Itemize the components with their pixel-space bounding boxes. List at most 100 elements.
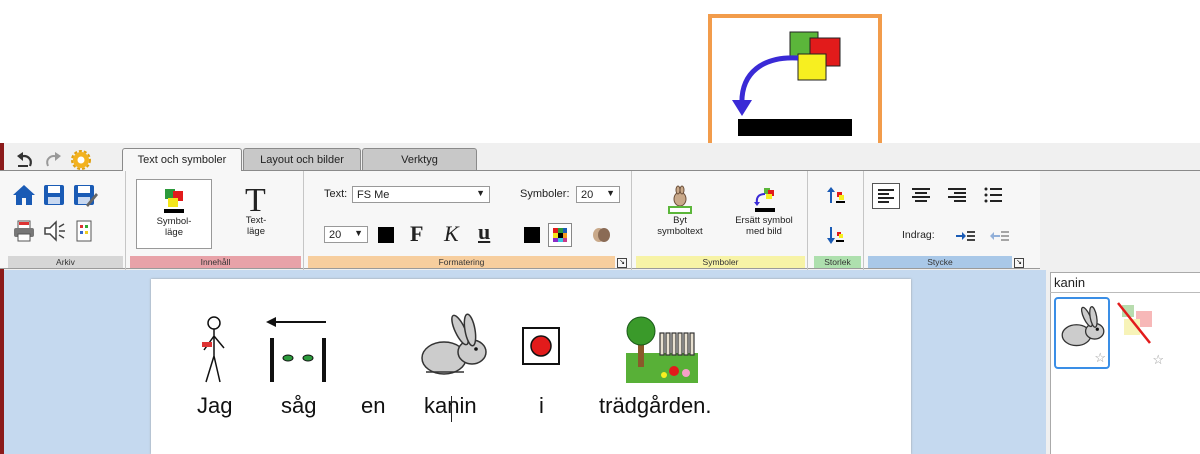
align-center-button[interactable] xyxy=(908,183,934,214)
star-icon[interactable]: ☆ xyxy=(1152,352,1164,368)
symbol-option-none[interactable]: ☆ xyxy=(1114,297,1168,369)
group-formatering: Text: FS Me ▼ Symboler: 20 ▼ 20 ▼ F K u ↘ F… xyxy=(306,171,632,270)
ribbon: Arkiv Symbol- läge T Text- läge Innehåll… xyxy=(0,170,1040,270)
group-symboler: Byt symboltext Ersätt symbol med bild Sy… xyxy=(634,171,808,270)
text-size-select[interactable]: 20 ▼ xyxy=(324,226,368,243)
person-symbol-icon xyxy=(202,316,225,383)
save-button[interactable] xyxy=(42,183,66,207)
text-mode-button[interactable]: T Text- läge xyxy=(228,179,284,249)
garden-symbol-icon xyxy=(626,316,698,383)
group-label-stycke: Stycke xyxy=(868,256,1012,268)
align-left-button[interactable] xyxy=(872,183,900,209)
symbol-mode-label: Symbol- läge xyxy=(156,216,192,238)
replace-symbol-label: Ersätt symbol med bild xyxy=(735,215,793,237)
tab-label: Verktyg xyxy=(401,153,438,166)
save-as-button[interactable] xyxy=(72,183,98,207)
star-icon[interactable]: ☆ xyxy=(1094,350,1106,366)
symbol-option-rabbit[interactable]: ☆ xyxy=(1054,297,1110,369)
bold-button[interactable]: F xyxy=(410,221,423,247)
tab-label: Layout och bilder xyxy=(260,153,344,166)
symbol-chooser-title: kanin xyxy=(1054,275,1086,290)
text-font-select[interactable]: FS Me ▼ xyxy=(352,186,490,203)
replace-symbol-button[interactable]: Ersätt symbol med bild xyxy=(724,185,804,237)
indent-decrease-button[interactable] xyxy=(988,227,1010,250)
group-label-symboler: Symboler xyxy=(636,256,805,268)
swap-symbol-text-label: Byt symboltext xyxy=(657,215,703,237)
chevron-down-icon: ▼ xyxy=(606,188,615,198)
group-label-storlek: Storlek xyxy=(814,256,861,268)
symbol-size-label: Symboler: xyxy=(520,188,570,200)
svg-text:T: T xyxy=(245,182,266,215)
redo-icon[interactable] xyxy=(42,150,64,170)
replace-symbol-icon xyxy=(754,188,775,212)
group-storlek: Storlek xyxy=(812,171,864,270)
swap-symbol-text-icon xyxy=(668,185,692,214)
indent-decrease-icon xyxy=(990,231,1009,241)
rabbit-symbol-icon xyxy=(421,313,487,375)
settings-icon[interactable] xyxy=(70,150,92,170)
group-arkiv: Arkiv xyxy=(6,171,126,270)
word-en[interactable]: en xyxy=(361,393,385,419)
text-font-label: Text: xyxy=(324,188,348,200)
save-icon xyxy=(44,185,64,205)
list-button[interactable] xyxy=(980,183,1006,214)
swap-symbol-text-button[interactable]: Byt symboltext xyxy=(642,185,718,237)
indent-increase-button[interactable] xyxy=(954,227,976,250)
document-button[interactable] xyxy=(72,219,96,243)
size-increase-button[interactable] xyxy=(826,185,848,207)
size-decrease-icon xyxy=(827,227,844,244)
word-tradgarden[interactable]: trädgården. xyxy=(599,393,712,419)
italic-button[interactable]: K xyxy=(444,221,459,247)
rabbit-symbol-icon xyxy=(1061,306,1105,347)
text-color-square-icon[interactable] xyxy=(378,227,394,243)
group-innehall: Symbol- läge T Text- läge Innehåll xyxy=(128,171,304,270)
no-symbol-icon xyxy=(1117,302,1152,344)
chevron-down-icon: ▼ xyxy=(354,228,363,238)
group-label-innehall: Innehåll xyxy=(130,256,301,268)
panel-divider xyxy=(1050,292,1200,293)
group-stycke: Indrag: ↘ Stycke xyxy=(866,171,1030,270)
size-decrease-button[interactable] xyxy=(826,225,848,247)
group-label-arkiv: Arkiv xyxy=(8,256,123,268)
text-caret xyxy=(451,396,452,422)
tab-layout-och-bilder[interactable]: Layout och bilder xyxy=(243,148,361,170)
align-right-button[interactable] xyxy=(944,183,970,214)
chevron-down-icon: ▼ xyxy=(476,188,485,198)
color-palette-icon xyxy=(553,228,567,242)
underline-button[interactable]: u xyxy=(478,219,490,245)
print-icon xyxy=(14,220,34,242)
saw-symbol-icon xyxy=(266,317,326,382)
word-i[interactable]: i xyxy=(539,393,544,419)
symbol-size-select[interactable]: 20 ▼ xyxy=(576,186,620,203)
undo-icon[interactable] xyxy=(14,150,36,170)
word-sag[interactable]: såg xyxy=(281,393,316,419)
text-mode-icon: T xyxy=(245,182,266,215)
save-as-icon xyxy=(74,185,98,207)
symbol-size-value: 20 xyxy=(581,188,594,201)
text-font-value: FS Me xyxy=(357,188,390,201)
symbol-mode-button[interactable]: Symbol- läge xyxy=(136,179,212,249)
speaker-button[interactable] xyxy=(42,219,66,243)
tab-verktyg[interactable]: Verktyg xyxy=(362,148,477,170)
indent-increase-icon xyxy=(956,231,975,241)
word-jag[interactable]: Jag xyxy=(197,393,232,419)
in-symbol-icon xyxy=(522,327,560,365)
color-palette-button[interactable] xyxy=(548,223,572,247)
stycke-launcher-icon[interactable]: ↘ xyxy=(1014,258,1024,268)
size-increase-icon xyxy=(827,187,845,203)
formatering-launcher-icon[interactable]: ↘ xyxy=(617,258,627,268)
replace-symbol-icon xyxy=(732,31,852,136)
align-right-icon xyxy=(948,188,966,202)
tab-label: Text och symboler xyxy=(137,154,227,166)
tab-text-och-symboler[interactable]: Text och symboler xyxy=(122,148,242,171)
print-button[interactable] xyxy=(12,219,36,243)
ribbon-empty-area xyxy=(1040,170,1200,269)
text-size-value: 20 xyxy=(329,228,342,241)
align-left-icon xyxy=(878,189,894,203)
text-mode-label: Text- läge xyxy=(245,215,267,237)
callout-zoom xyxy=(708,14,882,162)
group-label-formatering: Formatering xyxy=(308,256,615,268)
home-button[interactable] xyxy=(12,183,36,207)
symbol-color-square-icon[interactable] xyxy=(524,227,540,243)
eraser-button[interactable] xyxy=(590,225,612,250)
